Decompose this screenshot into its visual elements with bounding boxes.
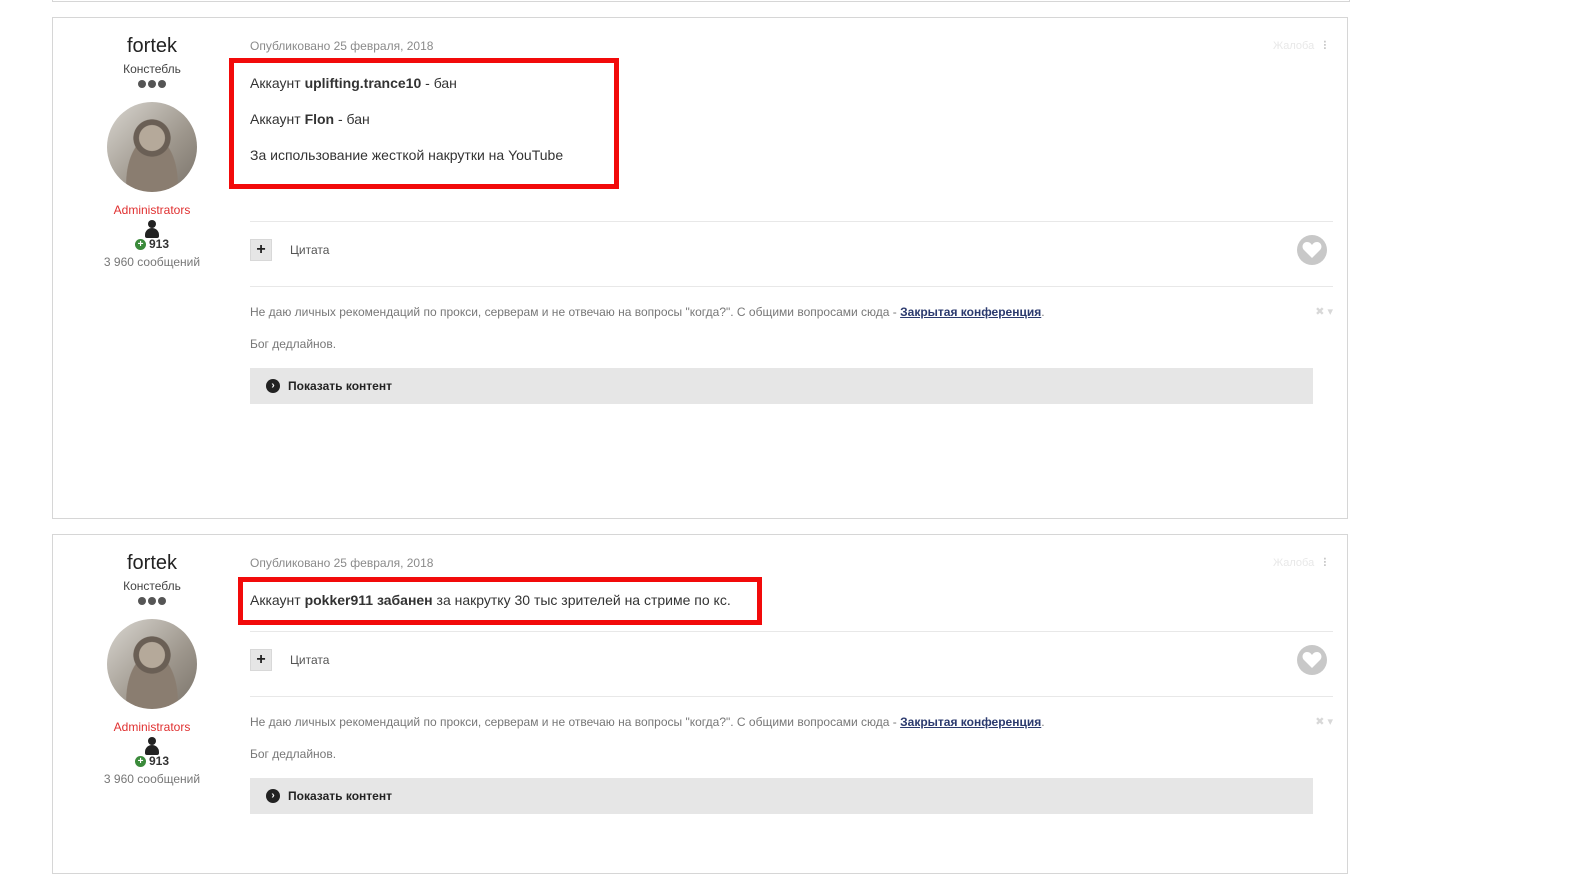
author-name[interactable]: fortek xyxy=(53,34,251,58)
forum-post: fortek Констебль Administrators + 913 3 … xyxy=(52,17,1348,519)
signature-link[interactable]: Закрытая конференция xyxy=(900,305,1041,319)
hide-signature-icon[interactable]: ✖ ▾ xyxy=(1315,305,1333,318)
like-button[interactable] xyxy=(1297,235,1327,265)
share-icon[interactable]: ⠇ xyxy=(1322,556,1331,570)
author-panel: fortek Констебль Administrators + 913 3 … xyxy=(53,535,251,786)
multiquote-button[interactable]: + xyxy=(250,239,272,261)
chevron-right-icon: › xyxy=(266,789,280,803)
author-post-count: 3 960 сообщений xyxy=(103,772,201,786)
signature: Не даю личных рекомендаций по прокси, се… xyxy=(250,305,1333,351)
signature-line: Бог дедлайнов. xyxy=(250,747,337,761)
plus-circle-icon: + xyxy=(134,238,146,250)
signature-line: Не даю личных рекомендаций по прокси, се… xyxy=(250,305,1045,319)
user-group-icon xyxy=(143,737,161,755)
avatar[interactable] xyxy=(107,102,197,192)
report-link[interactable]: Жалоба xyxy=(1273,40,1314,52)
avatar[interactable] xyxy=(107,619,197,709)
post-tools: Жалоба ⠇ xyxy=(1273,556,1331,570)
post-actions: + Цитата xyxy=(250,644,1333,676)
divider xyxy=(250,286,1333,287)
author-rank: Констебль xyxy=(123,579,181,593)
author-name[interactable]: fortek xyxy=(53,551,251,575)
quote-button[interactable]: Цитата xyxy=(290,243,329,257)
chevron-right-icon: › xyxy=(266,379,280,393)
reputation-value: 913 xyxy=(148,754,170,768)
author-rank: Констебль xyxy=(123,62,181,76)
author-group: Administrators xyxy=(113,203,191,217)
reputation: + 913 xyxy=(53,754,251,768)
rank-pips xyxy=(53,80,251,88)
spoiler-toggle[interactable]: › Показать контент xyxy=(250,778,1313,814)
user-group-icon xyxy=(143,220,161,238)
signature-line: Бог дедлайнов. xyxy=(250,337,337,351)
plus-circle-icon: + xyxy=(134,755,146,767)
spoiler-label: Показать контент xyxy=(288,379,392,393)
report-link[interactable]: Жалоба xyxy=(1273,557,1314,569)
highlight-box xyxy=(229,58,619,189)
heart-icon xyxy=(1302,242,1322,258)
author-post-count: 3 960 сообщений xyxy=(103,255,201,269)
highlight-box xyxy=(238,577,762,625)
like-button[interactable] xyxy=(1297,645,1327,675)
reputation-value: 913 xyxy=(148,237,170,251)
forum-post: fortek Констебль Administrators + 913 3 … xyxy=(52,534,1348,874)
rank-pips xyxy=(53,597,251,605)
signature: Не даю личных рекомендаций по прокси, се… xyxy=(250,715,1333,761)
signature-link[interactable]: Закрытая конференция xyxy=(900,715,1041,729)
author-panel: fortek Констебль Administrators + 913 3 … xyxy=(53,18,251,269)
post-tools: Жалоба ⠇ xyxy=(1273,39,1331,53)
divider xyxy=(250,696,1333,697)
author-group: Administrators xyxy=(113,720,191,734)
previous-post-bottom xyxy=(52,0,1350,2)
spoiler-toggle[interactable]: › Показать контент xyxy=(250,368,1313,404)
hide-signature-icon[interactable]: ✖ ▾ xyxy=(1315,715,1333,728)
post-date[interactable]: Опубликовано 25 февраля, 2018 xyxy=(250,39,433,53)
post-date[interactable]: Опубликовано 25 февраля, 2018 xyxy=(250,556,433,570)
post-actions: + Цитата xyxy=(250,234,1333,266)
divider xyxy=(250,631,1333,632)
share-icon[interactable]: ⠇ xyxy=(1322,39,1331,53)
reputation: + 913 xyxy=(53,237,251,251)
divider xyxy=(250,221,1333,222)
multiquote-button[interactable]: + xyxy=(250,649,272,671)
spoiler-label: Показать контент xyxy=(288,789,392,803)
quote-button[interactable]: Цитата xyxy=(290,653,329,667)
heart-icon xyxy=(1302,652,1322,668)
signature-line: Не даю личных рекомендаций по прокси, се… xyxy=(250,715,1045,729)
